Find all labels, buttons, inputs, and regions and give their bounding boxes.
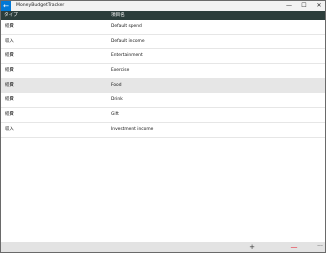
table-row[interactable]: 経費 Gift [1, 108, 325, 123]
row-name: Default income [111, 38, 145, 44]
row-type: 経費 [5, 53, 14, 59]
row-type: 経費 [5, 68, 14, 74]
delete-icon[interactable]: — [290, 243, 298, 251]
column-header-type[interactable]: タイプ [4, 11, 18, 20]
row-type: 経費 [5, 97, 14, 103]
close-icon[interactable]: ✕ [314, 1, 324, 11]
row-name: Food [111, 82, 122, 88]
table-row[interactable]: 経費 Drink [1, 93, 325, 109]
row-type: 経費 [5, 112, 14, 118]
command-bar: + — ··· [1, 242, 325, 252]
app-window: ← MoneyBudgetTracker — ☐ ✕ タイプ 項目名 経費 De… [0, 0, 326, 253]
app-title: MoneyBudgetTracker [16, 3, 65, 8]
row-name: Drink [111, 97, 123, 103]
row-type: 経費 [5, 24, 14, 29]
table-row[interactable]: 経費 Exercise [1, 64, 325, 79]
row-type: 収入 [5, 38, 14, 44]
table-header: タイプ 項目名 [1, 11, 325, 20]
more-options-icon[interactable]: ··· [315, 243, 325, 251]
row-type: 収入 [5, 126, 14, 132]
category-list: 経費 Default spend 収入 Default income 経費 En… [1, 20, 325, 138]
table-row[interactable]: 収入 Investment income [1, 123, 325, 138]
row-name: Entertainment [111, 53, 143, 59]
row-name: Gift [111, 112, 119, 118]
table-row-selected[interactable]: 経費 Food [1, 78, 325, 94]
column-header-name[interactable]: 項目名 [111, 11, 125, 20]
title-bar: ← MoneyBudgetTracker — ☐ ✕ [1, 1, 325, 11]
row-name: Default spend [111, 24, 142, 29]
table-row[interactable]: 経費 Entertainment [1, 49, 325, 65]
row-name: Investment income [111, 126, 154, 132]
row-name: Exercise [111, 68, 130, 74]
table-row[interactable]: 経費 Default spend [1, 20, 325, 35]
row-type: 経費 [5, 82, 14, 88]
add-icon[interactable]: + [248, 243, 256, 251]
maximize-icon[interactable]: ☐ [299, 1, 309, 11]
minimize-icon[interactable]: — [284, 1, 294, 11]
back-arrow-icon[interactable]: ← [1, 1, 11, 11]
table-row[interactable]: 収入 Default income [1, 35, 325, 50]
